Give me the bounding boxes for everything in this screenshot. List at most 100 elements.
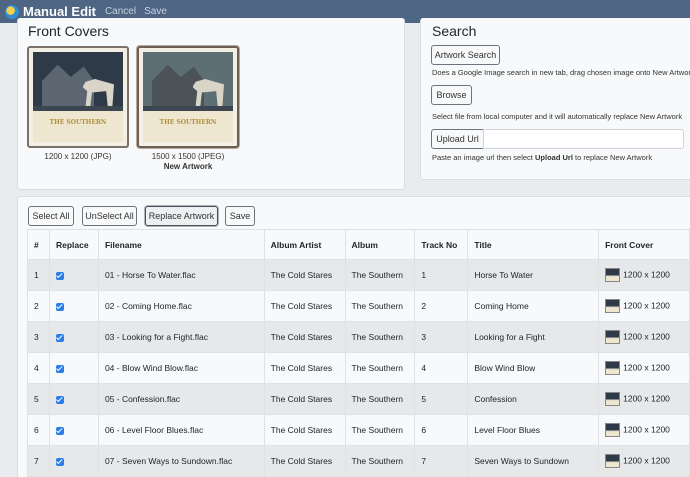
- unselect-all-button[interactable]: UnSelect All: [82, 206, 137, 226]
- cover-thumbnail: [605, 299, 621, 313]
- artwork-search-hint: Does a Google Image search in new tab, d…: [432, 68, 690, 77]
- track-no-cell: 2: [414, 290, 469, 322]
- col-header-album-artist[interactable]: Album Artist: [263, 229, 346, 260]
- front-cover-cell: 1200 x 1200: [598, 414, 690, 446]
- checkbox-checked-icon[interactable]: [55, 271, 64, 280]
- browse-hint: Select file from local computer and it w…: [432, 112, 683, 121]
- row-number: 4: [27, 352, 50, 384]
- track-no-cell: 5: [414, 383, 469, 415]
- table-row[interactable]: 5 05 - Confession.flac The Cold Stares The …: [27, 383, 690, 415]
- album-artist-cell: The Cold Stares: [263, 352, 346, 384]
- table-header-row: # Replace Filename Album Artist Album Tr…: [27, 229, 690, 260]
- current-cover-caption: 1200 x 1200 (JPG): [44, 152, 112, 161]
- filename-cell: 05 - Confession.flac: [97, 383, 265, 415]
- track-no-cell: 6: [414, 414, 469, 446]
- title-cell: Seven Ways to Sundown: [467, 445, 600, 477]
- front-covers-heading: Front Covers: [28, 23, 109, 39]
- image-url-input[interactable]: [483, 129, 684, 149]
- col-header-number[interactable]: #: [27, 229, 50, 260]
- col-header-album[interactable]: Album: [344, 229, 416, 260]
- album-artist-cell: The Cold Stares: [263, 383, 346, 415]
- col-header-title[interactable]: Title: [467, 229, 600, 260]
- row-number: 1: [27, 259, 50, 291]
- cover-logo-text: THE SOUTHERN: [49, 118, 107, 126]
- browse-button[interactable]: Browse: [431, 85, 472, 105]
- new-artwork-label: New Artwork: [163, 162, 213, 171]
- front-cover-cell: 1200 x 1200: [598, 259, 690, 291]
- replace-artwork-button[interactable]: Replace Artwork: [145, 206, 218, 226]
- track-no-cell: 4: [414, 352, 469, 384]
- checkbox-checked-icon[interactable]: [55, 426, 64, 435]
- table-row[interactable]: 3 03 - Looking for a Fight.flac The Cold S…: [27, 321, 690, 353]
- table-row[interactable]: 7 07 - Seven Ways to Sundown.flac The Cold…: [27, 445, 690, 477]
- album-artist-cell: The Cold Stares: [263, 290, 346, 322]
- col-header-track-no[interactable]: Track No: [414, 229, 469, 260]
- row-number: 6: [27, 414, 50, 446]
- title-cell: Horse To Water: [467, 259, 600, 291]
- upload-url-button[interactable]: Upload Url: [431, 129, 484, 149]
- checkbox-checked-icon[interactable]: [55, 457, 64, 466]
- front-cover-cell: 1200 x 1200: [598, 290, 690, 322]
- row-number: 7: [27, 445, 50, 477]
- replace-checkbox[interactable]: [48, 383, 99, 415]
- album-cell: The Southern: [344, 352, 416, 384]
- title-cell: Coming Home: [467, 290, 600, 322]
- filename-cell: 03 - Looking for a Fight.flac: [97, 321, 265, 353]
- new-artwork-image[interactable]: THE SOUTHERN: [137, 46, 239, 148]
- album-cell: The Southern: [344, 414, 416, 446]
- cover-size-text: 1200 x 1200: [623, 300, 670, 311]
- select-all-button[interactable]: Select All: [28, 206, 74, 226]
- replace-checkbox[interactable]: [48, 352, 99, 384]
- current-cover-image[interactable]: THE SOUTHERN: [27, 46, 129, 148]
- filename-cell: 01 - Horse To Water.flac: [97, 259, 265, 291]
- album-cell: The Southern: [344, 290, 416, 322]
- filename-cell: 06 - Level Floor Blues.flac: [97, 414, 265, 446]
- track-no-cell: 3: [414, 321, 469, 353]
- cover-size-text: 1200 x 1200: [623, 455, 670, 466]
- album-artist-cell: The Cold Stares: [263, 445, 346, 477]
- front-cover-cell: 1200 x 1200: [598, 383, 690, 415]
- album-artist-cell: The Cold Stares: [263, 414, 346, 446]
- cover-size-text: 1200 x 1200: [623, 393, 670, 404]
- cover-logo-text: THE SOUTHERN: [159, 118, 217, 126]
- album-artist-cell: The Cold Stares: [263, 321, 346, 353]
- col-header-replace[interactable]: Replace: [48, 229, 99, 260]
- front-cover-cell: 1200 x 1200: [598, 321, 690, 353]
- replace-checkbox[interactable]: [48, 445, 99, 477]
- row-number: 5: [27, 383, 50, 415]
- replace-checkbox[interactable]: [48, 321, 99, 353]
- album-cell: The Southern: [344, 445, 416, 477]
- cancel-link[interactable]: Cancel: [105, 6, 136, 17]
- cover-thumbnail: [605, 392, 621, 406]
- table-row[interactable]: 2 02 - Coming Home.flac The Cold Stares The…: [27, 290, 690, 322]
- artwork-search-button[interactable]: Artwork Search: [431, 45, 500, 65]
- search-heading: Search: [432, 23, 477, 39]
- replace-checkbox[interactable]: [48, 259, 99, 291]
- checkbox-checked-icon[interactable]: [55, 302, 64, 311]
- checkbox-checked-icon[interactable]: [55, 395, 64, 404]
- front-cover-cell: 1200 x 1200: [598, 352, 690, 384]
- col-header-filename[interactable]: Filename: [97, 229, 265, 260]
- title-cell: Level Floor Blues: [467, 414, 600, 446]
- replace-checkbox[interactable]: [48, 290, 99, 322]
- table-row[interactable]: 1 01 - Horse To Water.flac The Cold Stares…: [27, 259, 690, 291]
- table-row[interactable]: 4 04 - Blow Wind Blow.flac The Cold Stares…: [27, 352, 690, 384]
- filename-cell: 07 - Seven Ways to Sundown.flac: [97, 445, 265, 477]
- album-cell: The Southern: [344, 321, 416, 353]
- replace-checkbox[interactable]: [48, 414, 99, 446]
- save-link[interactable]: Save: [144, 6, 167, 17]
- cover-thumbnail: [605, 454, 621, 468]
- cover-thumbnail: [605, 268, 621, 282]
- checkbox-checked-icon[interactable]: [55, 364, 64, 373]
- table-row[interactable]: 6 06 - Level Floor Blues.flac The Cold Sta…: [27, 414, 690, 446]
- row-number: 2: [27, 290, 50, 322]
- track-no-cell: 1: [414, 259, 469, 291]
- track-no-cell: 7: [414, 445, 469, 477]
- col-header-front-cover[interactable]: Front Cover: [598, 229, 690, 260]
- save-button[interactable]: Save: [225, 206, 255, 226]
- cover-size-text: 1200 x 1200: [623, 269, 670, 280]
- tracks-table: # Replace Filename Album Artist Album Tr…: [27, 229, 690, 477]
- cover-thumbnail: [605, 330, 621, 344]
- checkbox-checked-icon[interactable]: [55, 333, 64, 342]
- filename-cell: 04 - Blow Wind Blow.flac: [97, 352, 265, 384]
